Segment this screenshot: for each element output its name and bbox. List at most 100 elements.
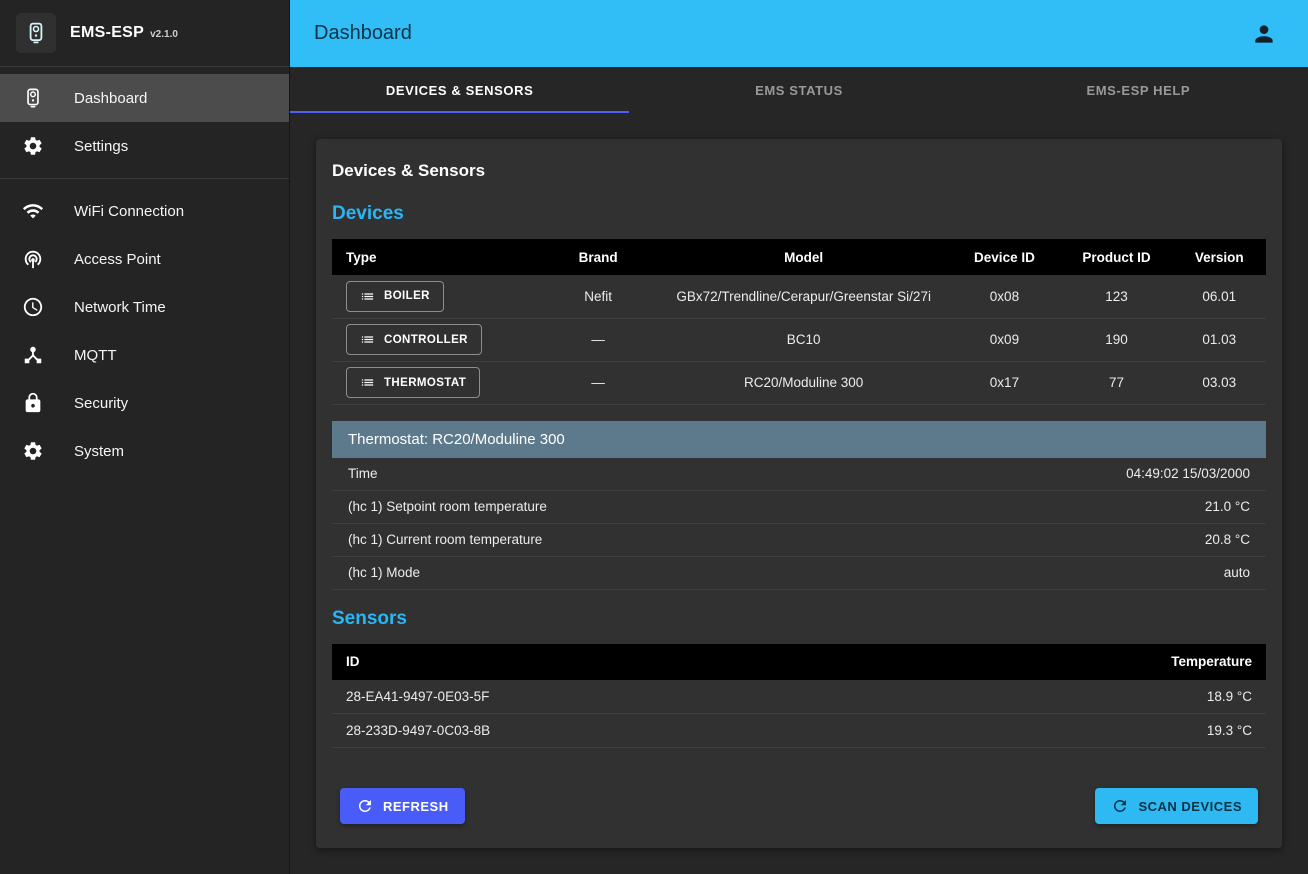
device-type-button-thermostat[interactable]: THERMOSTAT — [346, 367, 480, 398]
dashboard-icon — [22, 87, 44, 109]
column-header-type: Type — [332, 239, 537, 275]
column-header-device-id: Device ID — [948, 239, 1060, 275]
detail-value: 04:49:02 15/03/2000 — [1126, 466, 1250, 481]
device-model: GBx72/Trendline/Cerapur/Greenstar Si/27i — [659, 275, 949, 318]
device-hub-icon — [22, 344, 44, 366]
sidebar-item-system[interactable]: System — [0, 427, 289, 475]
sensor-row: 28-EA41-9497-0E03-5F 18.9 °C — [332, 680, 1266, 714]
sensors-heading: Sensors — [332, 608, 1266, 630]
sensor-temperature: 18.9 °C — [986, 680, 1266, 714]
scan-devices-button[interactable]: SCAN DEVICES — [1095, 788, 1258, 824]
sidebar-item-label: Security — [74, 395, 128, 412]
device-model: BC10 — [659, 318, 949, 361]
detail-row-current-temp: (hc 1) Current room temperature 20.8 °C — [332, 524, 1266, 557]
detail-value: 20.8 °C — [1205, 532, 1250, 547]
sidebar-item-label: MQTT — [74, 347, 117, 364]
sensor-row: 28-233D-9497-0C03-8B 19.3 °C — [332, 714, 1266, 748]
detail-row-mode: (hc 1) Mode auto — [332, 557, 1266, 590]
sensor-temperature: 19.3 °C — [986, 714, 1266, 748]
person-icon — [1251, 21, 1277, 47]
app-version: v2.1.0 — [150, 29, 178, 40]
column-header-product-id: Product ID — [1060, 239, 1172, 275]
device-row-controller: CONTROLLER — BC10 0x09 190 01.03 — [332, 318, 1266, 361]
sidebar-item-label: Settings — [74, 138, 128, 155]
refresh-icon — [356, 797, 374, 815]
sidebar-item-mqtt[interactable]: MQTT — [0, 331, 289, 379]
product-id: 190 — [1060, 318, 1172, 361]
device-version: 01.03 — [1173, 318, 1266, 361]
sidebar-item-security[interactable]: Security — [0, 379, 289, 427]
action-bar: REFRESH SCAN DEVICES — [332, 762, 1266, 824]
device-row-thermostat: THERMOSTAT — RC20/Moduline 300 0x17 77 0… — [332, 361, 1266, 404]
device-version: 06.01 — [1173, 275, 1266, 318]
main-area: Dashboard DEVICES & SENSORS EMS STATUS E… — [290, 0, 1308, 874]
sidebar-item-dashboard[interactable]: Dashboard — [0, 74, 289, 122]
sidebar-nav: Dashboard Settings WiFi Connection Acces… — [0, 67, 289, 475]
device-type-button-boiler[interactable]: BOILER — [346, 281, 444, 312]
gear-icon — [22, 135, 44, 157]
list-icon — [360, 289, 375, 304]
column-header-version: Version — [1173, 239, 1266, 275]
devices-table: Type Brand Model Device ID Product ID Ve… — [332, 239, 1266, 405]
device-brand: — — [537, 361, 658, 404]
app-title: EMS-ESP v2.1.0 — [70, 24, 178, 42]
sensor-id: 28-233D-9497-0C03-8B — [332, 714, 986, 748]
sidebar-item-label: Access Point — [74, 251, 161, 268]
wifi-icon — [22, 200, 44, 222]
device-version: 03.03 — [1173, 361, 1266, 404]
device-type-button-controller[interactable]: CONTROLLER — [346, 324, 482, 355]
tab-bar: DEVICES & SENSORS EMS STATUS EMS-ESP HEL… — [290, 67, 1308, 113]
sidebar: EMS-ESP v2.1.0 Dashboard Settings WiFi C… — [0, 0, 290, 874]
list-icon — [360, 375, 375, 390]
device-type-label: CONTROLLER — [384, 334, 468, 346]
detail-value: auto — [1224, 565, 1250, 580]
detail-label: Time — [348, 466, 378, 481]
sensors-table-header: ID Temperature — [332, 644, 1266, 680]
product-id: 123 — [1060, 275, 1172, 318]
sensors-table: ID Temperature 28-EA41-9497-0E03-5F 18.9… — [332, 644, 1266, 749]
sidebar-item-label: WiFi Connection — [74, 203, 184, 220]
app-header: EMS-ESP v2.1.0 — [0, 0, 289, 67]
content-card: Devices & Sensors Devices Type Brand Mod… — [316, 139, 1282, 848]
detail-label: (hc 1) Setpoint room temperature — [348, 499, 547, 514]
device-id: 0x17 — [948, 361, 1060, 404]
device-brand: Nefit — [537, 275, 658, 318]
sensor-id: 28-EA41-9497-0E03-5F — [332, 680, 986, 714]
device-type-label: BOILER — [384, 290, 430, 302]
detail-row-setpoint: (hc 1) Setpoint room temperature 21.0 °C — [332, 491, 1266, 524]
app-bar: Dashboard — [290, 0, 1308, 67]
device-model: RC20/Moduline 300 — [659, 361, 949, 404]
card-title: Devices & Sensors — [332, 161, 1266, 181]
antenna-icon — [22, 248, 44, 270]
list-icon — [360, 332, 375, 347]
detail-row-time: Time 04:49:02 15/03/2000 — [332, 458, 1266, 491]
detail-label: (hc 1) Mode — [348, 565, 420, 580]
sidebar-item-label: Network Time — [74, 299, 166, 316]
gear-icon — [22, 440, 44, 462]
column-header-id: ID — [332, 644, 986, 680]
tab-devices-sensors[interactable]: DEVICES & SENSORS — [290, 67, 629, 113]
app-logo — [16, 13, 56, 53]
page-title: Dashboard — [314, 22, 412, 45]
sidebar-item-access-point[interactable]: Access Point — [0, 235, 289, 283]
sidebar-item-wifi-connection[interactable]: WiFi Connection — [0, 187, 289, 235]
content-area: Devices & Sensors Devices Type Brand Mod… — [290, 113, 1308, 874]
thermostat-detail-list: Time 04:49:02 15/03/2000 (hc 1) Setpoint… — [332, 458, 1266, 590]
tab-ems-esp-help[interactable]: EMS-ESP HELP — [969, 67, 1308, 113]
device-brand: — — [537, 318, 658, 361]
devices-table-header: Type Brand Model Device ID Product ID Ve… — [332, 239, 1266, 275]
refresh-button-label: REFRESH — [383, 799, 449, 814]
product-id: 77 — [1060, 361, 1172, 404]
sidebar-item-label: Dashboard — [74, 90, 147, 107]
tab-ems-status[interactable]: EMS STATUS — [629, 67, 968, 113]
detail-label: (hc 1) Current room temperature — [348, 532, 542, 547]
column-header-temperature: Temperature — [986, 644, 1266, 680]
account-button[interactable] — [1244, 14, 1284, 54]
app-name: EMS-ESP — [70, 24, 144, 42]
device-type-label: THERMOSTAT — [384, 377, 466, 389]
sidebar-item-network-time[interactable]: Network Time — [0, 283, 289, 331]
device-id: 0x09 — [948, 318, 1060, 361]
thermostat-detail-header: Thermostat: RC20/Moduline 300 — [332, 421, 1266, 458]
refresh-button[interactable]: REFRESH — [340, 788, 465, 824]
sidebar-item-settings[interactable]: Settings — [0, 122, 289, 170]
